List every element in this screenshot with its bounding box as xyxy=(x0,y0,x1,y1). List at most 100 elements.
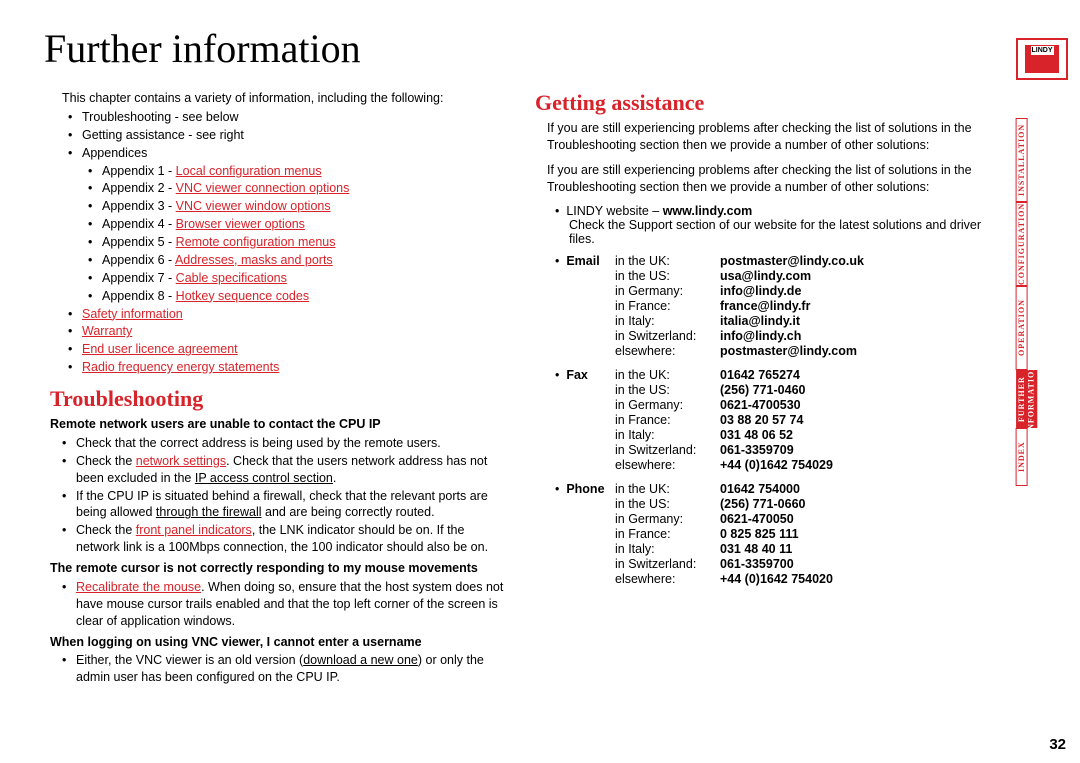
recalibrate-link[interactable]: Recalibrate the mouse xyxy=(76,580,201,594)
appendix-link[interactable]: Hotkey sequence codes xyxy=(176,289,309,303)
ts1-head: Remote network users are unable to conta… xyxy=(50,416,505,433)
contact-type xyxy=(555,443,615,457)
contact-location: in France: xyxy=(615,527,720,541)
eula-link[interactable]: End user licence agreement xyxy=(82,342,238,356)
contact-location: in the UK: xyxy=(615,482,720,496)
appendix-link[interactable]: Addresses, masks and ports xyxy=(175,253,333,267)
troubleshooting-heading: Troubleshooting xyxy=(50,386,505,412)
contact-value: postmaster@lindy.co.uk xyxy=(720,254,990,268)
list-item: Check the network settings. Check that t… xyxy=(62,453,505,487)
appendix-item: Appendix 1 - Local configuration menus xyxy=(88,163,505,180)
contact-location: in Switzerland: xyxy=(615,557,720,571)
appendix-link[interactable]: Cable specifications xyxy=(176,271,287,285)
contact-type xyxy=(555,557,615,571)
contact-type xyxy=(555,329,615,343)
contact-value: italia@lindy.it xyxy=(720,314,990,328)
appendix-item: Appendix 2 - VNC viewer connection optio… xyxy=(88,180,505,197)
warranty-link[interactable]: Warranty xyxy=(82,324,132,338)
contact-type xyxy=(555,299,615,313)
contact-location: in Germany: xyxy=(615,284,720,298)
contact-location: in France: xyxy=(615,413,720,427)
contact-value: info@lindy.ch xyxy=(720,329,990,343)
appendix-item: Appendix 4 - Browser viewer options xyxy=(88,216,505,233)
firewall-link[interactable]: through the firewall xyxy=(156,505,262,519)
ts2-head: The remote cursor is not correctly respo… xyxy=(50,560,505,577)
contact-type xyxy=(555,383,615,397)
list-item: Either, the VNC viewer is an old version… xyxy=(62,652,505,686)
contact-type xyxy=(555,314,615,328)
front-panel-link[interactable]: front panel indicators xyxy=(136,523,252,537)
contact-value: (256) 771-0460 xyxy=(720,383,990,397)
contact-location: in Italy: xyxy=(615,428,720,442)
left-column: This chapter contains a variety of infor… xyxy=(50,90,505,687)
contact-type xyxy=(555,269,615,283)
list-item: Recalibrate the mouse. When doing so, en… xyxy=(62,579,505,630)
assistance-heading: Getting assistance xyxy=(535,90,990,116)
appendix-link[interactable]: Browser viewer options xyxy=(176,217,305,231)
contact-type xyxy=(555,284,615,298)
contact-value: france@lindy.fr xyxy=(720,299,990,313)
list-item: Getting assistance - see right xyxy=(68,127,505,144)
sidebar-nav: LINDY INSTALLATIONCONFIGURATIONOPERATION… xyxy=(1016,38,1068,486)
contact-value: usa@lindy.com xyxy=(720,269,990,283)
list-item: Troubleshooting - see below xyxy=(68,109,505,126)
appendix-item: Appendix 3 - VNC viewer window options xyxy=(88,198,505,215)
contact-type xyxy=(555,527,615,541)
list-item: Radio frequency energy statements xyxy=(68,359,505,376)
appendix-link[interactable]: Local configuration menus xyxy=(176,164,322,178)
sidebar-tab-operation[interactable]: OPERATION xyxy=(1016,286,1028,370)
appendix-link[interactable]: Remote configuration menus xyxy=(176,235,336,249)
rf-link[interactable]: Radio frequency energy statements xyxy=(82,360,279,374)
contact-location: in Italy: xyxy=(615,314,720,328)
contact-value: postmaster@lindy.com xyxy=(720,344,990,358)
contact-type xyxy=(555,572,615,586)
contact-location: in Switzerland: xyxy=(615,443,720,457)
contact-type xyxy=(555,542,615,556)
contact-value: +44 (0)1642 754020 xyxy=(720,572,990,586)
website-line: • LINDY website – www.lindy.com xyxy=(555,204,990,218)
network-settings-link[interactable]: network settings xyxy=(136,454,226,468)
contact-value: 031 48 40 11 xyxy=(720,542,990,556)
contact-value: 031 48 06 52 xyxy=(720,428,990,442)
page-title: Further information xyxy=(44,25,1060,72)
page-number: 32 xyxy=(1049,736,1066,753)
sidebar-tab-further-information[interactable]: FURTHER INFORMATION xyxy=(1016,370,1037,428)
list-item: If the CPU IP is situated behind a firew… xyxy=(62,488,505,522)
ts3-head: When logging on using VNC viewer, I cann… xyxy=(50,634,505,651)
sidebar-tab-configuration[interactable]: CONFIGURATION xyxy=(1016,202,1028,286)
download-link[interactable]: download a new one xyxy=(303,653,418,667)
contact-location: in Germany: xyxy=(615,512,720,526)
contact-type xyxy=(555,512,615,526)
list-item: Warranty xyxy=(68,323,505,340)
contact-type: • Fax xyxy=(555,368,615,382)
contact-type xyxy=(555,413,615,427)
list-item: Safety information xyxy=(68,306,505,323)
right-column: Getting assistance If you are still expe… xyxy=(535,90,990,687)
list-item: Appendices Appendix 1 - Local configurat… xyxy=(68,145,505,305)
contact-value: +44 (0)1642 754029 xyxy=(720,458,990,472)
contact-type xyxy=(555,398,615,412)
appendix-item: Appendix 7 - Cable specifications xyxy=(88,270,505,287)
contact-location: elsewhere: xyxy=(615,344,720,358)
contact-value: 061-3359700 xyxy=(720,557,990,571)
list-item: Check that the correct address is being … xyxy=(62,435,505,452)
contact-value: 061-3359709 xyxy=(720,443,990,457)
sidebar-tab-installation[interactable]: INSTALLATION xyxy=(1016,118,1028,202)
appendix-link[interactable]: VNC viewer connection options xyxy=(176,181,350,195)
contact-type xyxy=(555,458,615,472)
contact-type: • Email xyxy=(555,254,615,268)
contact-type xyxy=(555,344,615,358)
contact-value: 0 825 825 111 xyxy=(720,527,990,541)
contact-location: in the UK: xyxy=(615,254,720,268)
ip-access-link[interactable]: IP access control section xyxy=(195,471,333,485)
contact-value: info@lindy.de xyxy=(720,284,990,298)
appendix-link[interactable]: VNC viewer window options xyxy=(176,199,331,213)
website-desc: Check the Support section of our website… xyxy=(569,218,990,246)
safety-info-link[interactable]: Safety information xyxy=(82,307,183,321)
contact-location: in the US: xyxy=(615,383,720,397)
sidebar-tab-index[interactable]: INDEX xyxy=(1016,428,1028,486)
contact-location: in France: xyxy=(615,299,720,313)
contact-value: 03 88 20 57 74 xyxy=(720,413,990,427)
assist-p1: If you are still experiencing problems a… xyxy=(547,120,990,154)
appendix-item: Appendix 8 - Hotkey sequence codes xyxy=(88,288,505,305)
